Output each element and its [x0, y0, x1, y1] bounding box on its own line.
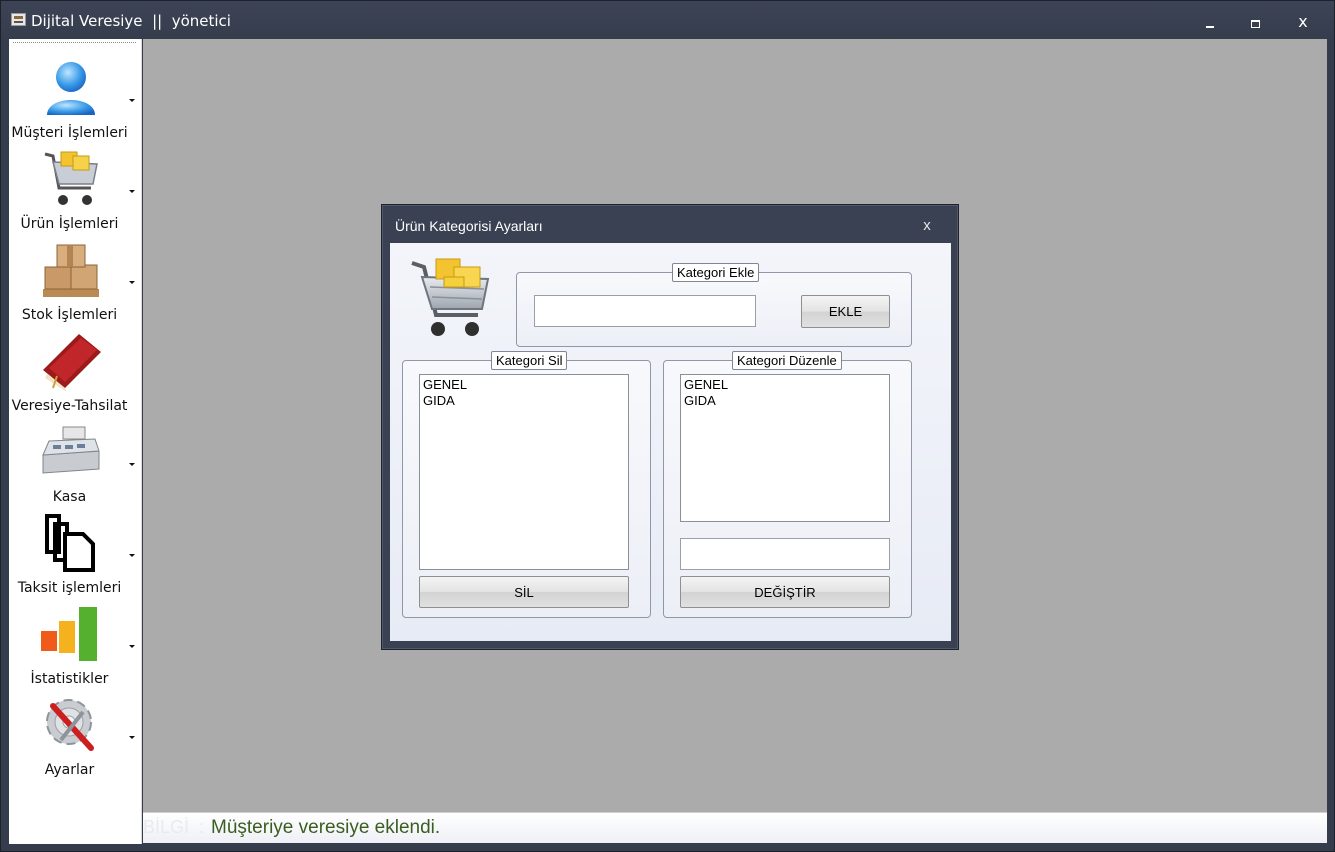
- shopping-cart-icon: [411, 258, 490, 336]
- change-button[interactable]: DEĞİŞTİR: [680, 576, 890, 608]
- sidebar-item-statistics[interactable]: İstatistikler: [9, 593, 142, 687]
- sidebar-item-label: Ayarlar: [44, 762, 95, 778]
- edit-category-list[interactable]: GENEL GIDA: [680, 374, 890, 522]
- edit-category-group: Kategori Düzenle GENEL GIDA DEĞİŞTİR: [663, 351, 912, 618]
- delete-category-group-label: Kategori Sil: [491, 351, 568, 370]
- add-category-group: Kategori Ekle EKLE: [516, 263, 912, 347]
- minimize-button[interactable]: [1200, 13, 1220, 31]
- sidebar-divider: [13, 42, 136, 43]
- minimize-icon: [1206, 26, 1214, 28]
- dropdown-arrow-icon[interactable]: [129, 554, 135, 557]
- sidebar-item-installments[interactable]: Taksit işlemleri: [9, 502, 142, 596]
- sidebar: Müşteri İşlemleri Ürün İşlemleri Stok İş…: [9, 39, 142, 844]
- edit-category-input[interactable]: [680, 538, 890, 570]
- dialog-title: Ürün Kategorisi Ayarları: [395, 218, 543, 234]
- sidebar-item-stock[interactable]: Stok İşlemleri: [9, 229, 142, 323]
- bar-chart-icon: [41, 607, 97, 661]
- delete-category-list[interactable]: GENEL GIDA: [419, 374, 629, 570]
- list-item[interactable]: GIDA: [684, 393, 886, 409]
- cash-register-icon: [42, 426, 100, 474]
- close-button[interactable]: x: [1293, 13, 1313, 31]
- maximize-button[interactable]: [1246, 13, 1266, 31]
- sidebar-item-settings[interactable]: Ayarlar: [9, 684, 142, 778]
- sidebar-item-cash[interactable]: Kasa: [9, 411, 142, 505]
- dialog-body: Kategori Ekle EKLE Kategori Sil GENEL GI…: [390, 243, 951, 641]
- dropdown-arrow-icon[interactable]: [129, 99, 135, 102]
- list-item[interactable]: GIDA: [423, 393, 625, 409]
- title-bar[interactable]: Dijital Veresiye || yönetici x: [1, 1, 1334, 41]
- main-window: Dijital Veresiye || yönetici x Müşteri İ…: [0, 0, 1335, 852]
- sidebar-item-products[interactable]: Ürün İşlemleri: [9, 138, 142, 232]
- list-item[interactable]: GENEL: [423, 377, 625, 393]
- sidebar-item-credit-collection[interactable]: Veresiye-Tahsilat: [9, 320, 142, 414]
- status-bar: BİLGİ : Müşteriye veresiye eklendi.: [143, 812, 1327, 843]
- delete-button[interactable]: SİL: [419, 576, 629, 608]
- window-title: Dijital Veresiye || yönetici: [31, 12, 231, 30]
- category-settings-dialog: Ürün Kategorisi Ayarları x Kategori Ekle…: [381, 204, 959, 650]
- add-button[interactable]: EKLE: [801, 295, 890, 328]
- add-category-group-label: Kategori Ekle: [672, 263, 760, 282]
- boxes-icon: [43, 244, 99, 297]
- settings-gear-icon: [46, 699, 94, 751]
- shopping-cart-icon: [44, 151, 98, 205]
- documents-icon: [45, 514, 95, 572]
- close-icon: x: [923, 217, 931, 234]
- maximize-icon: [1251, 20, 1260, 28]
- app-icon: [11, 13, 26, 26]
- dropdown-arrow-icon[interactable]: [129, 736, 135, 739]
- dropdown-arrow-icon[interactable]: [129, 281, 135, 284]
- edit-category-group-label: Kategori Düzenle: [732, 351, 842, 370]
- close-icon: x: [1298, 12, 1308, 31]
- delete-category-group: Kategori Sil GENEL GIDA SİL: [402, 351, 651, 618]
- list-item[interactable]: GENEL: [684, 377, 886, 393]
- new-category-input[interactable]: [534, 295, 756, 327]
- sidebar-item-customers[interactable]: Müşteri İşlemleri: [9, 47, 142, 141]
- dropdown-arrow-icon[interactable]: [129, 645, 135, 648]
- status-prefix: BİLGİ :: [143, 817, 205, 837]
- status-message: Müşteriye veresiye eklendi.: [211, 817, 441, 838]
- dropdown-arrow-icon[interactable]: [129, 190, 135, 193]
- dropdown-arrow-icon[interactable]: [129, 463, 135, 466]
- dialog-close-button[interactable]: x: [918, 217, 936, 235]
- user-icon: [47, 62, 95, 115]
- ledger-book-icon: [43, 334, 101, 392]
